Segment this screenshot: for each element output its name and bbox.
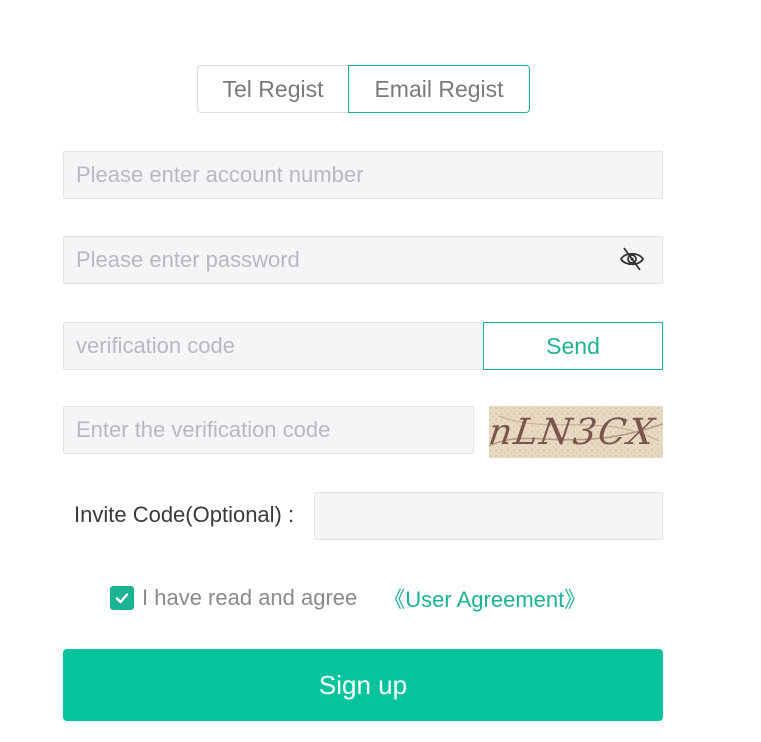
user-agreement-link[interactable]: 《User Agreement》	[383, 582, 586, 614]
register-tabs: Tel Regist Email Regist	[197, 65, 530, 113]
captcha-text: nLN3CX	[489, 410, 659, 453]
tab-email-regist[interactable]: Email Regist	[348, 65, 530, 113]
account-input[interactable]	[63, 151, 663, 199]
password-input[interactable]	[63, 236, 663, 284]
agree-checkbox[interactable]	[110, 586, 134, 610]
check-icon	[115, 593, 129, 604]
send-code-button[interactable]: Send	[483, 322, 663, 370]
captcha-input[interactable]	[63, 406, 474, 454]
invite-code-label: Invite Code(Optional) :	[74, 502, 295, 527]
verification-code-input[interactable]	[63, 322, 484, 370]
tab-tel-regist[interactable]: Tel Regist	[197, 65, 348, 113]
sign-up-button[interactable]: Sign up	[63, 649, 663, 721]
captcha-image[interactable]: nLN3CX	[489, 406, 663, 458]
agreement-row: I have read and agree 《User Agreement》	[110, 582, 586, 614]
invite-code-input[interactable]	[314, 492, 663, 540]
eye-slash-icon[interactable]	[618, 245, 646, 273]
agree-text: I have read and agree	[142, 585, 358, 610]
